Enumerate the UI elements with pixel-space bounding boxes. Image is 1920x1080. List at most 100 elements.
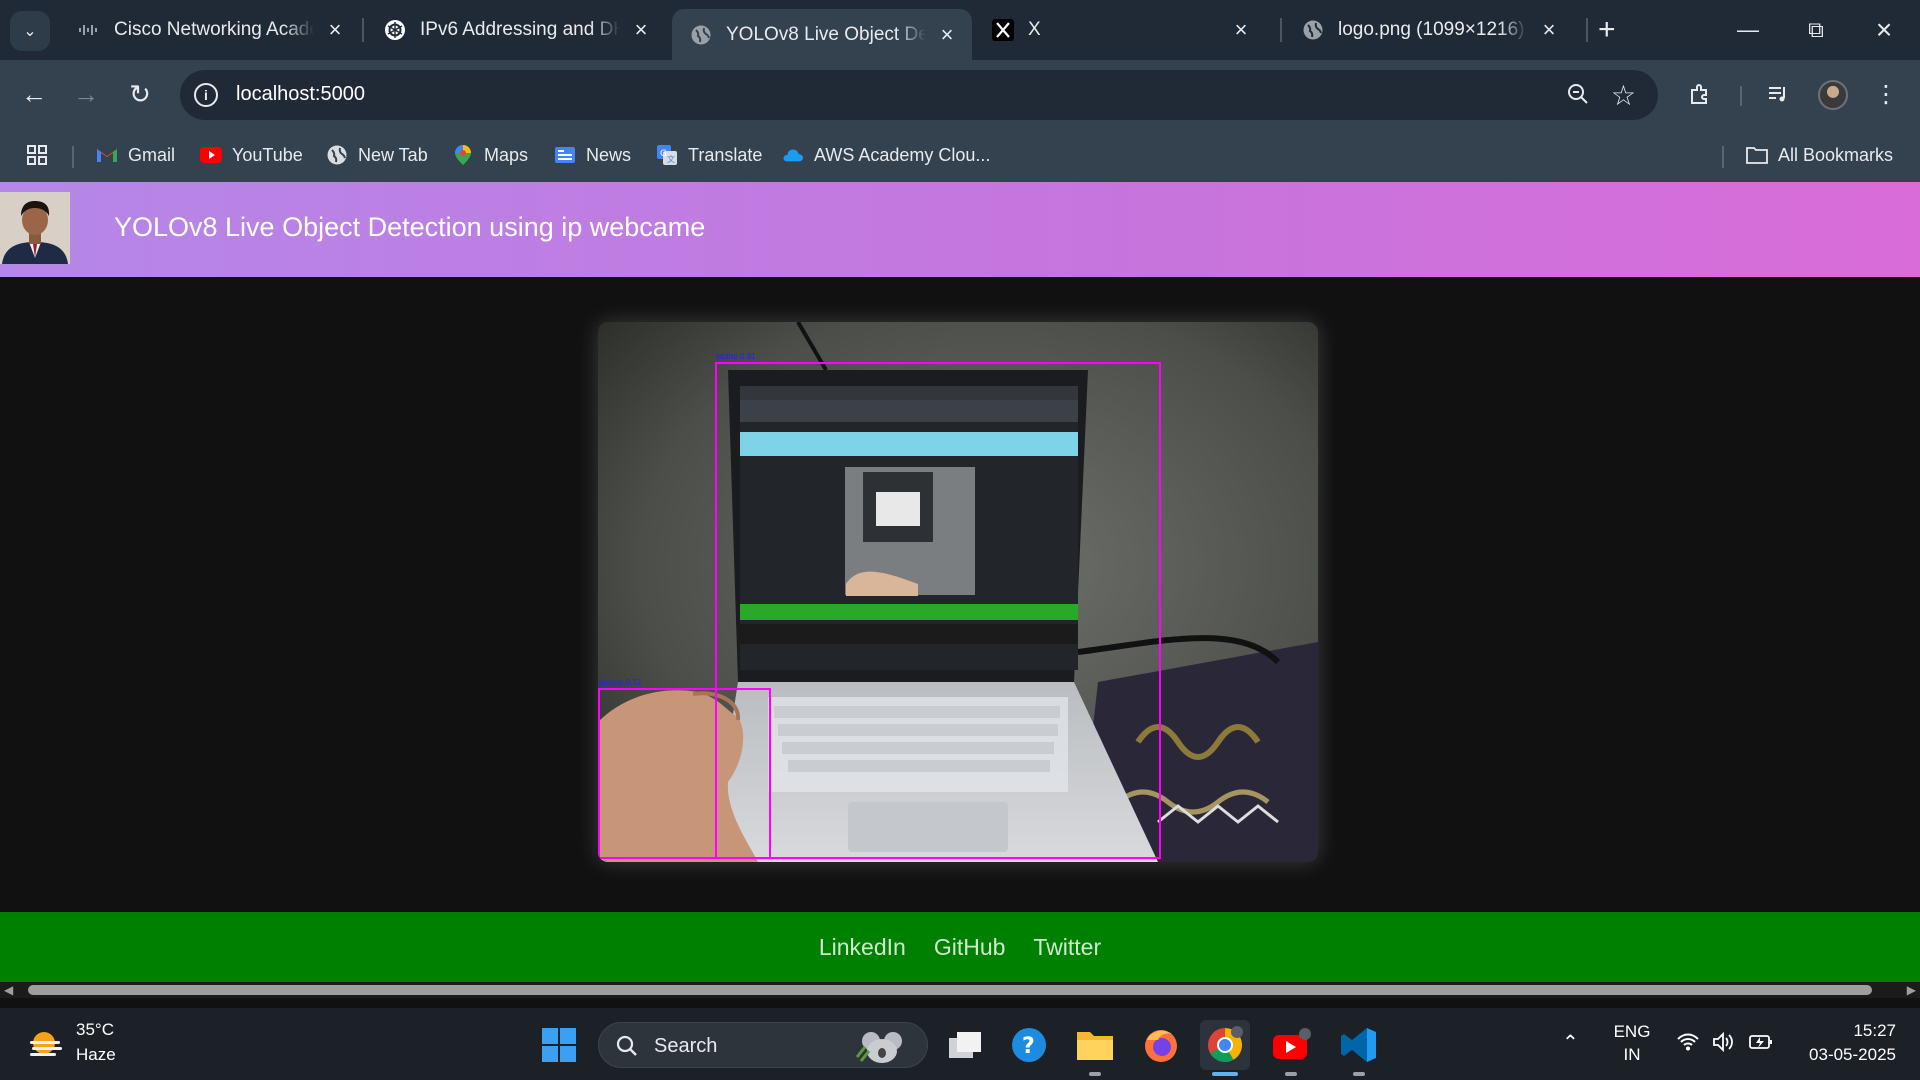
help-app[interactable]: ? bbox=[1004, 1020, 1054, 1070]
weather-temperature[interactable]: 35°C bbox=[76, 1020, 114, 1040]
windows-taskbar: 35°C Haze Search ? ⌃ ENG IN 15:27 03-05-… bbox=[0, 1008, 1920, 1080]
close-icon[interactable]: × bbox=[1230, 17, 1252, 43]
bookmark-label: New Tab bbox=[358, 144, 428, 165]
bookmark-gmail[interactable]: Gmail bbox=[96, 138, 175, 172]
file-explorer-app[interactable] bbox=[1070, 1020, 1120, 1076]
weather-condition[interactable]: Haze bbox=[76, 1045, 116, 1065]
forward-button[interactable]: → bbox=[66, 74, 106, 114]
close-icon[interactable]: × bbox=[1538, 17, 1560, 43]
weather-widget[interactable] bbox=[20, 1020, 72, 1070]
tab-title: IPv6 Addressing and DHCP bbox=[420, 19, 620, 40]
svg-text:文: 文 bbox=[667, 154, 675, 164]
running-indicator bbox=[1089, 1072, 1101, 1076]
taskbar-search[interactable]: Search bbox=[598, 1022, 928, 1068]
bookmark-news[interactable]: News bbox=[554, 138, 631, 172]
chrome-app[interactable] bbox=[1200, 1020, 1250, 1076]
more-menu-icon[interactable]: ⋮ bbox=[1866, 74, 1906, 114]
cloud-icon bbox=[782, 144, 804, 166]
bookmarks-bar: Gmail YouTube New Tab Maps News G文 Trans… bbox=[0, 128, 1920, 182]
start-button[interactable] bbox=[534, 1020, 584, 1070]
clock-date: 03-05-2025 bbox=[1809, 1045, 1896, 1064]
bookmark-aws-academy[interactable]: AWS Academy Clou... bbox=[782, 138, 990, 172]
restore-button[interactable]: ⧉ bbox=[1786, 8, 1846, 52]
address-bar[interactable]: i localhost:5000 ☆ bbox=[180, 70, 1658, 120]
bookmark-label: AWS Academy Clou... bbox=[814, 144, 991, 165]
person-detection-label: person 0.72 bbox=[599, 678, 642, 687]
scroll-right-icon[interactable]: ▶ bbox=[1907, 982, 1916, 998]
bookmark-maps[interactable]: Maps bbox=[452, 138, 528, 172]
language-region: IN bbox=[1623, 1045, 1641, 1064]
apps-button[interactable] bbox=[26, 138, 58, 172]
media-control-icon[interactable] bbox=[1758, 74, 1798, 114]
news-icon bbox=[554, 144, 576, 166]
arrow-left-icon: ← bbox=[21, 78, 47, 109]
close-window-button[interactable]: × bbox=[1854, 8, 1914, 52]
volume-icon[interactable] bbox=[1712, 1031, 1736, 1057]
search-placeholder: Search bbox=[654, 1035, 718, 1057]
arrow-right-icon: → bbox=[73, 78, 99, 109]
info-icon[interactable]: i bbox=[194, 83, 218, 107]
zoom-icon[interactable] bbox=[1566, 82, 1590, 112]
tab-yolov8-active[interactable]: YOLOv8 Live Object Detection × bbox=[672, 9, 972, 60]
twitter-link[interactable]: Twitter bbox=[1033, 934, 1101, 961]
language-indicator[interactable]: ENG IN bbox=[1612, 1022, 1652, 1065]
tab-ipv6[interactable]: IPv6 Addressing and DHCP × bbox=[366, 8, 666, 52]
bookmark-label: News bbox=[586, 144, 632, 165]
url-text[interactable]: localhost:5000 bbox=[236, 83, 365, 106]
globe-icon bbox=[690, 24, 712, 46]
task-view-icon bbox=[949, 1032, 981, 1058]
bookmark-star-icon[interactable]: ☆ bbox=[1611, 79, 1636, 112]
firefox-app[interactable] bbox=[1136, 1020, 1186, 1070]
extensions-icon[interactable] bbox=[1680, 74, 1720, 114]
linkedin-link[interactable]: LinkedIn bbox=[819, 934, 906, 961]
back-button[interactable]: ← bbox=[14, 74, 54, 114]
github-link[interactable]: GitHub bbox=[934, 934, 1006, 961]
vscode-app[interactable] bbox=[1334, 1020, 1384, 1076]
minimize-button[interactable]: — bbox=[1718, 8, 1778, 52]
youtube-icon bbox=[1273, 1028, 1311, 1059]
running-indicator bbox=[1212, 1072, 1238, 1076]
bookmark-youtube[interactable]: YouTube bbox=[200, 138, 303, 172]
page-content: YOLOv8 Live Object Detection using ip we… bbox=[0, 182, 1920, 982]
bookmark-new-tab[interactable]: New Tab bbox=[326, 138, 428, 172]
youtube-app[interactable] bbox=[1266, 1020, 1316, 1076]
scroll-left-icon[interactable]: ◀ bbox=[4, 982, 13, 998]
svg-text:?: ? bbox=[1022, 1034, 1035, 1059]
globe-icon bbox=[326, 144, 348, 166]
tab-x[interactable]: X × bbox=[974, 8, 1266, 52]
battery-charging-icon[interactable] bbox=[1748, 1032, 1774, 1057]
page-title: YOLOv8 Live Object Detection using ip we… bbox=[114, 212, 706, 242]
tab-title: logo.png (1099×1216) bbox=[1338, 19, 1525, 40]
all-bookmarks-button[interactable]: All Bookmarks bbox=[1746, 138, 1893, 172]
tab-logo-png[interactable]: logo.png (1099×1216) × bbox=[1284, 8, 1574, 52]
wifi-icon[interactable] bbox=[1676, 1032, 1700, 1057]
close-icon[interactable]: × bbox=[324, 17, 346, 43]
firefox-icon bbox=[1145, 1030, 1177, 1062]
scrollbar-thumb[interactable] bbox=[28, 985, 1872, 995]
profile-avatar[interactable] bbox=[1818, 80, 1848, 110]
tab-cisco[interactable]: Cisco Networking Academy × bbox=[60, 8, 360, 52]
task-view-button[interactable] bbox=[940, 1020, 990, 1070]
koala-search-highlight-icon bbox=[855, 1032, 902, 1063]
new-tab-button[interactable]: + bbox=[1598, 13, 1616, 47]
close-icon[interactable]: × bbox=[630, 17, 652, 43]
show-hidden-icons-button[interactable]: ⌃ bbox=[1562, 1030, 1579, 1055]
logo-avatar bbox=[0, 192, 70, 264]
reload-button[interactable]: ↻ bbox=[120, 74, 160, 114]
search-icon bbox=[616, 1035, 637, 1056]
horizontal-scrollbar[interactable]: ◀ ▶ bbox=[0, 982, 1920, 998]
close-icon[interactable]: × bbox=[936, 22, 958, 48]
youtube-icon bbox=[200, 144, 222, 166]
browser-toolbar: ← → ↻ i localhost:5000 ☆ ⋮ bbox=[0, 60, 1920, 128]
clock[interactable]: 15:27 03-05-2025 bbox=[1790, 1021, 1896, 1065]
translate-icon: G文 bbox=[656, 144, 678, 166]
tab-title: YOLOv8 Live Object Detection bbox=[726, 23, 926, 45]
help-icon: ? bbox=[1012, 1028, 1046, 1062]
chevron-down-icon: ⌄ bbox=[23, 23, 37, 40]
webcam-feed: laptop 0.91 person 0.72 bbox=[598, 322, 1318, 862]
windows-logo-icon bbox=[542, 1028, 576, 1062]
tab-search-button[interactable]: ⌄ bbox=[10, 11, 50, 51]
bookmark-translate[interactable]: G文 Translate bbox=[656, 138, 762, 172]
chrome-icon bbox=[1208, 1026, 1243, 1062]
running-indicator bbox=[1285, 1072, 1297, 1076]
